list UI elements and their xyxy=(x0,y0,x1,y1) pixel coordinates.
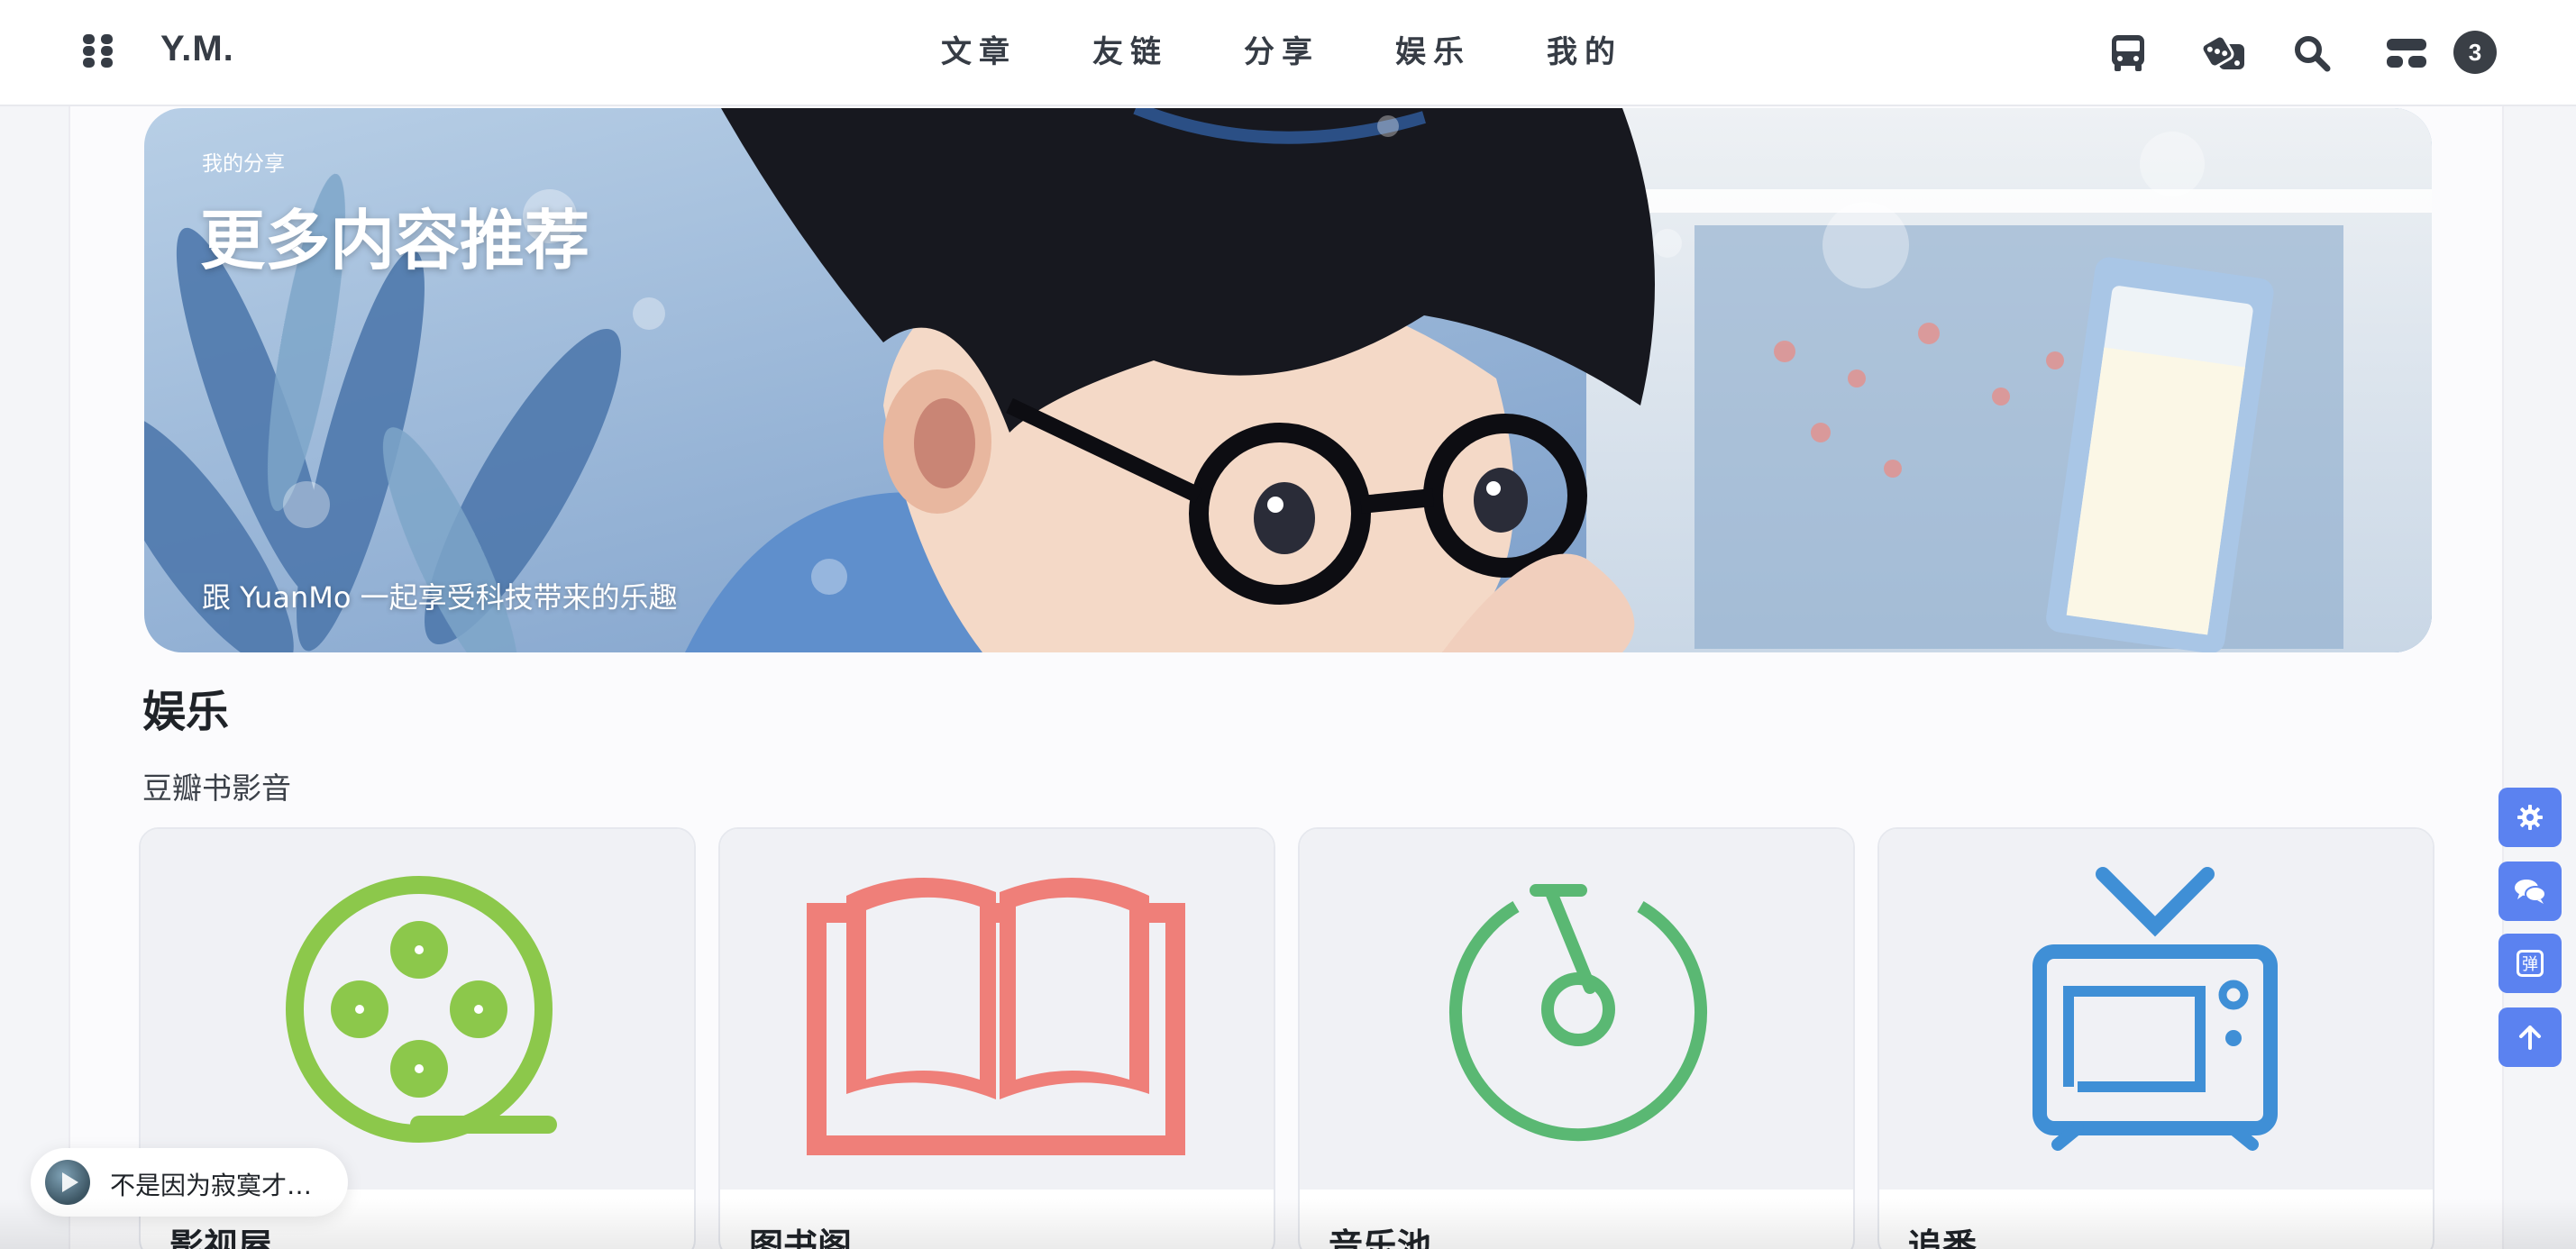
music-title: 不是因为寂寞才… xyxy=(110,1171,313,1200)
dice-icon[interactable] xyxy=(2201,27,2293,79)
bus-icon[interactable] xyxy=(2109,27,2201,79)
card-anime-label: 追番 xyxy=(1908,1226,1978,1249)
card-film-cover xyxy=(141,829,694,1190)
open-book-icon xyxy=(807,877,1185,1155)
album-cover xyxy=(45,1160,90,1205)
banner-eyebrow: 我的分享 xyxy=(202,152,285,176)
music-note-icon xyxy=(1449,884,1707,1142)
chat-icon xyxy=(2515,880,2546,904)
app-menu-icon[interactable] xyxy=(83,34,119,70)
tv-icon xyxy=(2032,867,2278,1151)
film-reel-icon xyxy=(286,876,557,1143)
nav-item-mine[interactable]: 我的 xyxy=(1547,27,1698,79)
site-brand[interactable]: Y.M. xyxy=(160,29,234,69)
card-music-cover xyxy=(1300,829,1853,1190)
search-icon[interactable] xyxy=(2293,27,2385,79)
section-subtitle: 豆瓣书影音 xyxy=(142,770,291,806)
nav-item-links[interactable]: 友链 xyxy=(1092,27,1244,79)
settings-icon xyxy=(2517,805,2543,830)
card-library-label: 图书阁 xyxy=(749,1226,853,1249)
settings-button[interactable] xyxy=(2498,788,2562,847)
main-nav: 文章 友链 分享 娱乐 我的 xyxy=(941,27,1698,79)
card-film-label: 影视屋 xyxy=(169,1226,273,1249)
nav-item-articles[interactable]: 文章 xyxy=(941,27,1092,79)
card-music[interactable]: 音乐池 xyxy=(1298,827,1855,1249)
top-navbar: Y.M. 文章 友链 分享 娱乐 我的 3 xyxy=(0,0,2576,106)
share-banner[interactable]: 我的分享 更多内容推荐 跟 YuanMo 一起享受科技带来的乐趣 xyxy=(144,108,2432,652)
danmaku-icon: 弹 xyxy=(2517,950,2544,977)
card-anime-cover xyxy=(1879,829,2433,1190)
arrow-up-icon xyxy=(2519,1026,2541,1050)
card-music-label: 音乐池 xyxy=(1329,1226,1432,1249)
banner-subtitle: 跟 YuanMo 一起享受科技带来的乐趣 xyxy=(202,580,678,615)
card-anime[interactable]: 追番 xyxy=(1877,827,2434,1249)
section-title: 娱乐 xyxy=(142,687,230,737)
back-to-top-button[interactable] xyxy=(2498,1007,2562,1067)
play-icon[interactable] xyxy=(45,1160,90,1205)
danmaku-button[interactable]: 弹 xyxy=(2498,934,2562,993)
card-library[interactable]: 图书阁 xyxy=(718,827,1275,1249)
notification-badge[interactable]: 3 xyxy=(2453,31,2497,74)
nav-item-share[interactable]: 分享 xyxy=(1244,27,1395,79)
card-library-cover xyxy=(720,829,1274,1190)
banner-title: 更多内容推荐 xyxy=(200,203,590,278)
nav-item-entertainment[interactable]: 娱乐 xyxy=(1395,27,1547,79)
music-player[interactable]: 不是因为寂寞才… xyxy=(31,1148,348,1217)
chat-button[interactable] xyxy=(2498,862,2562,921)
top-icon-group xyxy=(2109,27,2477,79)
